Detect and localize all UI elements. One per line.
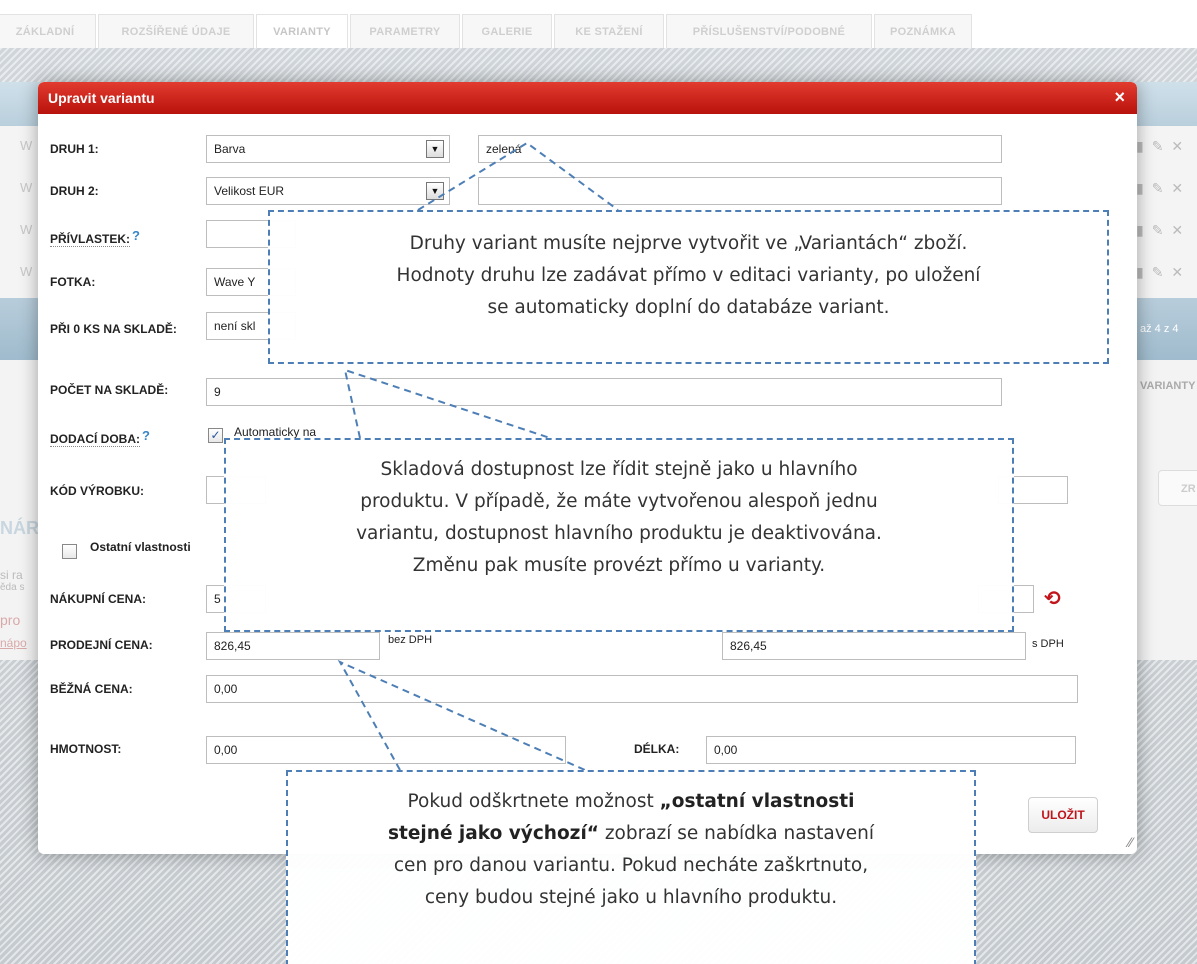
bezna-input[interactable]: 0,00 (206, 675, 1078, 703)
bg-left-fragment: si ra (0, 568, 23, 582)
callout1-line: se automaticky doplní do databáze varian… (487, 297, 890, 318)
druh1-value: zelená (486, 142, 522, 156)
callout2-line: Skladová dostupnost lze řídit stejně jak… (380, 459, 858, 480)
callout3-text: zobrazí se nabídka nastavení (598, 823, 874, 844)
privlastek-label-text: PŘÍVLASTEK: (50, 232, 131, 247)
bez-dph-label: bez DPH (388, 634, 433, 646)
delka-input[interactable]: 0,00 (706, 736, 1076, 764)
druh1-label: DRUH 1: (50, 142, 99, 156)
bg-left-fragment: NÁR (0, 518, 39, 538)
pri0ks-label: PŘI 0 KS NA SKLADĚ: (50, 322, 177, 336)
tab-varianty[interactable]: VARIANTY (256, 14, 348, 48)
ostatni-vlastnosti-checkbox[interactable] (62, 544, 77, 559)
druh1-select[interactable]: Barva (206, 135, 450, 163)
callout2-line: Změnu pak musíte provézt přímo u variant… (412, 555, 826, 576)
pocet-label: POČET NA SKLADĚ: (50, 383, 169, 397)
tab-poznamka[interactable]: POZNÁMKA (874, 14, 972, 48)
dialog-titlebar[interactable]: Upravit variantu × (38, 82, 1137, 114)
prodejni-gross-input[interactable]: 826,45 (722, 632, 1026, 660)
druh2-select[interactable]: Velikost EUR (206, 177, 450, 205)
prodejni-net-value: 826,45 (214, 639, 251, 653)
hmotnost-value: 0,00 (214, 743, 238, 757)
tab-ke-stazeni[interactable]: KE STAŽENÍ (554, 14, 664, 48)
druh2-select-value: Velikost EUR (214, 184, 285, 198)
bezna-label: BĚŽNÁ CENA: (50, 682, 133, 696)
bg-left-fragment: ěda s (0, 582, 25, 593)
variants-link[interactable]: VARIANTY (1140, 380, 1195, 392)
callout3-bold: stejné jako výchozí“ (388, 823, 599, 844)
fotka-value: Wave Y (214, 275, 256, 289)
bezna-value: 0,00 (214, 682, 238, 696)
dialog-title: Upravit variantu (48, 90, 155, 106)
row-letter: W (20, 222, 33, 237)
nakupni-value: 5 (214, 592, 221, 606)
hmotnost-input[interactable]: 0,00 (206, 736, 566, 764)
chevron-down-icon[interactable]: ▼ (426, 140, 444, 158)
callout3-text: Pokud odškrtnete možnost (407, 791, 660, 812)
ostatni-vlastnosti-label: Ostatní vlastnosti (90, 540, 191, 554)
nakupni-label: NÁKUPNÍ CENA: (50, 592, 146, 606)
pri0ks-value: není skl (214, 319, 256, 333)
callout3-line: cen pro danou variantu. Pokud necháte za… (393, 855, 869, 876)
druh1-value-input[interactable]: zelená (478, 135, 1002, 163)
prodejni-net-input[interactable]: 826,45 (206, 632, 380, 660)
background-tab-bar: ZÁKLADNÍ ÚDAJE ROZŠÍŘENÉ ÚDAJE VARIANTY … (0, 0, 1197, 72)
callout3-line: Pokud odškrtnete možnost „ostatní vlastn… (288, 786, 974, 818)
dodaci-label-text: DODACÍ DOBA: (50, 432, 140, 447)
tab-galerie[interactable]: GALERIE (462, 14, 552, 48)
prodejni-label: PRODEJNÍ CENA: (50, 638, 153, 652)
dodaci-auto-text: Automaticky na (234, 425, 317, 439)
tab-rozsirene-udaje[interactable]: ROZŠÍŘENÉ ÚDAJE (98, 14, 254, 48)
callout-stock-availability: Skladová dostupnost lze řídit stejně jak… (224, 438, 1014, 632)
bg-left-fragment[interactable]: nápo (0, 636, 27, 650)
row-letter: W (20, 180, 33, 195)
callout2-line: produktu. V případě, že máte vytvořenou … (360, 491, 878, 512)
refresh-icon[interactable]: ⟲ (1044, 586, 1061, 611)
tab-zakladni-udaje[interactable]: ZÁKLADNÍ ÚDAJE (0, 14, 96, 72)
dodaci-auto-checkbox[interactable]: ✓ (208, 428, 223, 443)
pagination-text: až 4 z 4 (1140, 323, 1179, 335)
druh2-value-input[interactable] (478, 177, 1002, 205)
callout1-line: Druhy variant musíte nejprve vytvořit ve… (409, 233, 968, 254)
callout1-line: Hodnoty druhu lze zadávat přímo v editac… (396, 265, 981, 286)
callout3-line: stejné jako výchozí“ zobrazí se nabídka … (288, 818, 974, 850)
prodejni-gross-value: 826,45 (730, 639, 767, 653)
privlastek-label: PŘÍVLASTEK:? (50, 228, 140, 247)
close-icon[interactable]: × (1114, 87, 1125, 108)
kod-label: KÓD VÝROBKU: (50, 484, 145, 498)
pocet-input[interactable]: 9 (206, 378, 1002, 406)
tab-prislusenstvi[interactable]: PŘÍSLUŠENSTVÍ/PODOBNÉ (666, 14, 872, 48)
row-letter: W (20, 264, 33, 279)
dodaci-label: DODACÍ DOBA:? (50, 428, 150, 447)
question-mark-icon[interactable]: ? (132, 228, 140, 243)
bg-left-fragment: pro (0, 612, 21, 628)
callout3-bold: „ostatní vlastnosti (659, 791, 855, 812)
delka-value: 0,00 (714, 743, 738, 757)
chevron-down-icon[interactable]: ▼ (426, 182, 444, 200)
resize-grip-icon[interactable]: ⁄⁄ (1128, 834, 1133, 850)
row-action-icons[interactable]: ▮✎✕ (1136, 180, 1196, 196)
hmotnost-label: HMOTNOST: (50, 742, 122, 756)
row-action-icons[interactable]: ▮✎✕ (1136, 138, 1196, 154)
fotka-label: FOTKA: (50, 275, 96, 289)
row-action-icons[interactable]: ▮✎✕ (1136, 222, 1196, 238)
callout-other-properties: Pokud odškrtnete možnost „ostatní vlastn… (286, 770, 976, 964)
delka-label: DÉLKA: (634, 742, 680, 756)
druh2-label: DRUH 2: (50, 184, 99, 198)
druh1-select-value: Barva (214, 142, 246, 156)
tab-parametry[interactable]: PARAMETRY (350, 14, 460, 48)
callout-variant-types: Druhy variant musíte nejprve vytvořit ve… (268, 210, 1109, 364)
row-action-icons[interactable]: ▮✎✕ (1136, 264, 1196, 280)
callout3-line: ceny budou stejné jako u hlavního produk… (424, 887, 838, 908)
save-button[interactable]: ULOŽIT (1028, 797, 1098, 833)
pocet-value: 9 (214, 385, 221, 399)
callout2-line: variantu, dostupnost hlavního produktu j… (356, 523, 882, 544)
background-button[interactable]: ZR (1158, 470, 1197, 506)
row-letter: W (20, 138, 33, 153)
s-dph-label: s DPH (1032, 638, 1064, 650)
question-mark-icon[interactable]: ? (142, 428, 150, 443)
